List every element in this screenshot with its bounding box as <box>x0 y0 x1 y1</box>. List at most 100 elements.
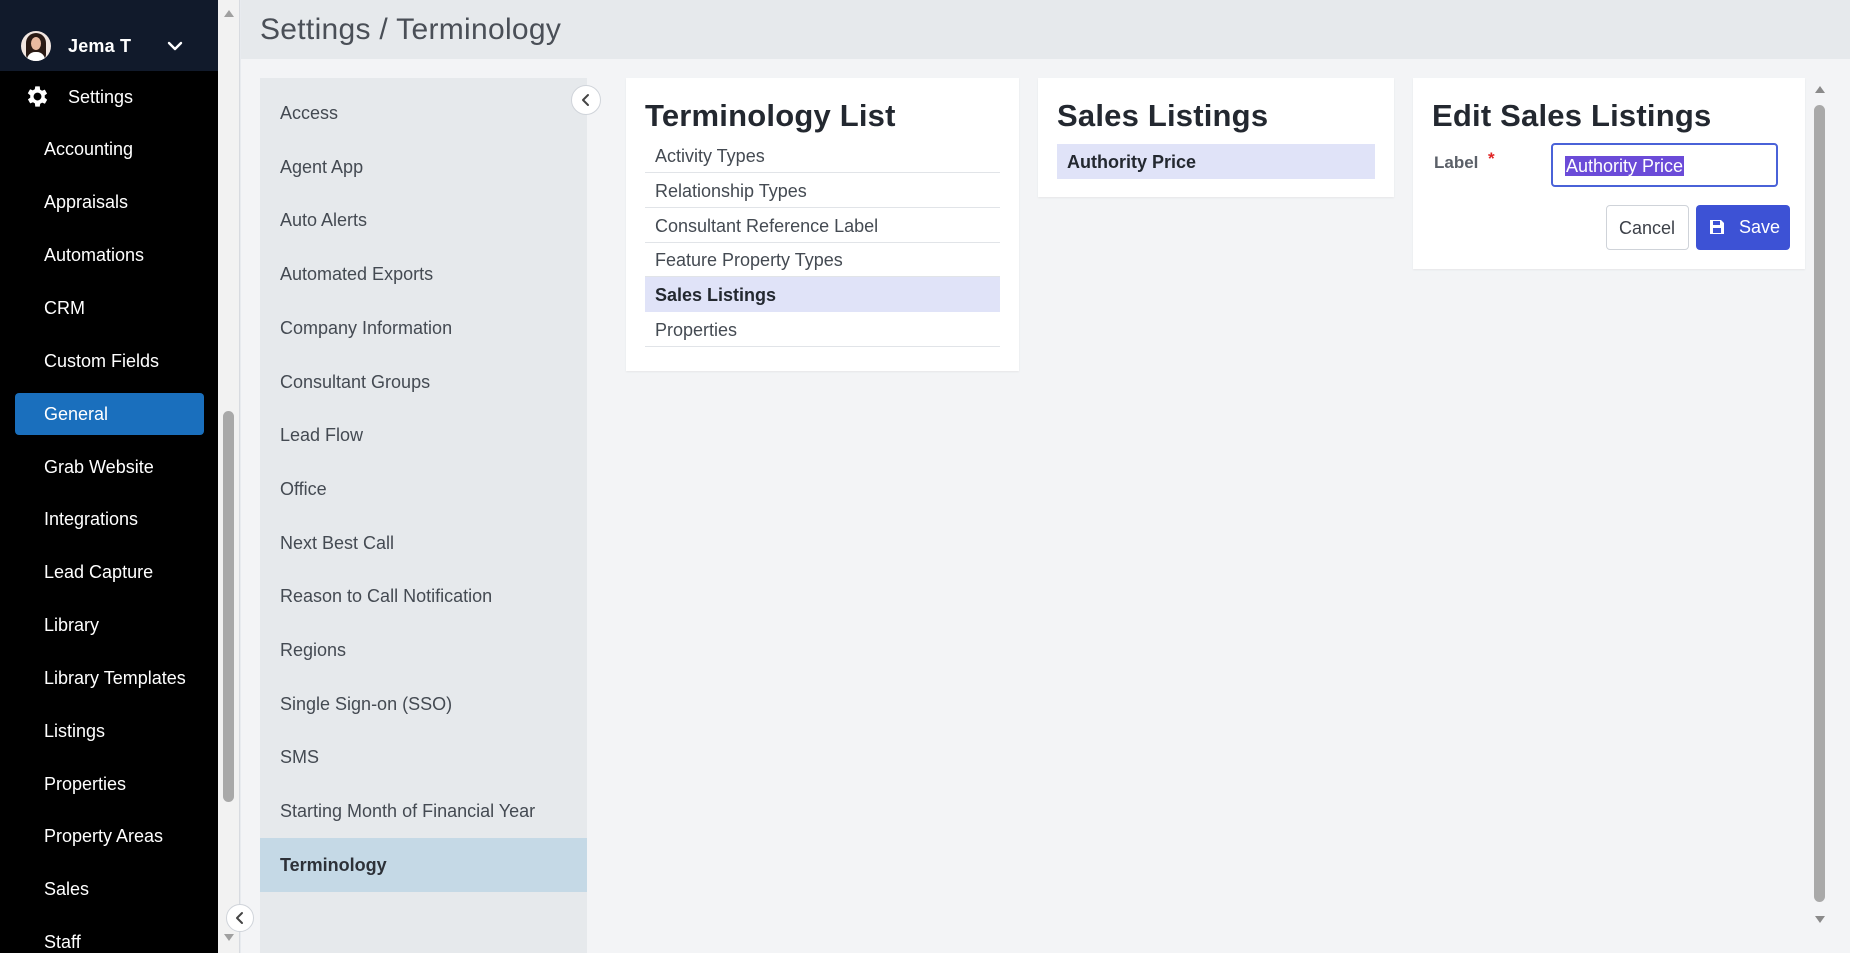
scrollbar-thumb[interactable] <box>1814 105 1825 902</box>
submenu-item-financial-year[interactable]: Starting Month of Financial Year <box>260 784 587 838</box>
submenu-item-lead-flow[interactable]: Lead Flow <box>260 408 587 462</box>
submenu-item-label: Auto Alerts <box>280 210 368 230</box>
save-button[interactable]: Save <box>1696 205 1790 250</box>
submenu-item-access[interactable]: Access <box>260 86 587 140</box>
list-item-label: Activity Types <box>655 146 765 166</box>
sidebar-item-sales[interactable]: Sales <box>15 868 204 910</box>
sidebar-item-label: Custom Fields <box>44 351 160 371</box>
sidebar-item-staff[interactable]: Staff <box>15 921 204 953</box>
sidebar-item-accounting[interactable]: Accounting <box>15 128 204 170</box>
sidebar-item-custom-fields[interactable]: Custom Fields <box>15 340 204 382</box>
submenu-item-label: Starting Month of Financial Year <box>280 801 536 821</box>
submenu-item-regions[interactable]: Regions <box>260 623 587 677</box>
submenu-collapse-button[interactable] <box>571 85 601 115</box>
page-title: Settings / Terminology <box>260 13 562 46</box>
sidebar-item-general[interactable]: General <box>15 393 204 435</box>
sidebar-item-crm[interactable]: CRM <box>15 287 204 329</box>
terminology-item-activity-types[interactable]: Activity Types <box>645 138 1000 173</box>
sidebar-item-automations[interactable]: Automations <box>15 234 204 276</box>
terminology-item-consultant-reference-label[interactable]: Consultant Reference Label <box>645 208 1000 243</box>
sidebar-item-integrations[interactable]: Integrations <box>15 498 204 540</box>
submenu-item-consultant-groups[interactable]: Consultant Groups <box>260 355 587 409</box>
submenu-item-label: Company Information <box>280 318 453 338</box>
sidebar-item-label: Property Areas <box>44 826 164 846</box>
sidebar-item-property-areas[interactable]: Property Areas <box>15 815 204 857</box>
submenu-item-label: Reason to Call Notification <box>280 586 493 606</box>
submenu-item-label: Automated Exports <box>280 264 434 284</box>
sidebar-item-label: Listings <box>44 721 106 741</box>
list-item-label: Relationship Types <box>655 181 807 201</box>
page-header: Settings / Terminology <box>241 0 1850 59</box>
terminology-item-feature-property-types[interactable]: Feature Property Types <box>645 242 1000 277</box>
sidebar-item-label: Properties <box>44 774 127 794</box>
submenu-item-sms[interactable]: SMS <box>260 730 587 784</box>
sales-listing-item-authority-price[interactable]: Authority Price <box>1057 144 1375 179</box>
sidebar-item-library[interactable]: Library <box>15 604 204 646</box>
save-icon <box>1710 220 1724 234</box>
terminology-item-relationship-types[interactable]: Relationship Types <box>645 173 1000 208</box>
submenu-item-office[interactable]: Office <box>260 462 587 516</box>
sidebar-item-label: Integrations <box>44 509 139 529</box>
sidebar-item-label: Sales <box>44 879 90 899</box>
sidebar-item-label: General <box>44 404 109 424</box>
sales-listings-card: Sales Listings Authority Price <box>1038 78 1394 197</box>
settings-header[interactable]: Settings <box>0 80 218 114</box>
label-field-label: Label <box>1434 153 1479 172</box>
sidebar-item-grab-website[interactable]: Grab Website <box>15 446 204 488</box>
submenu-item-automated-exports[interactable]: Automated Exports <box>260 247 587 301</box>
sidebar-item-properties[interactable]: Properties <box>15 763 204 805</box>
main-sidebar: Jema T Settings Accounting Appraisals Au… <box>0 0 218 953</box>
scrollbar-thumb[interactable] <box>223 411 234 802</box>
terminology-list-title: Terminology List <box>645 98 896 133</box>
submenu-item-reason-to-call-notification[interactable]: Reason to Call Notification <box>260 569 587 623</box>
submenu-item-label: Agent App <box>280 157 364 177</box>
sidebar-item-lead-capture[interactable]: Lead Capture <box>15 551 204 593</box>
list-item-label: Consultant Reference Label <box>655 216 879 236</box>
sidebar-item-listings[interactable]: Listings <box>15 710 204 752</box>
sidebar-item-label: Staff <box>44 932 81 952</box>
label-input[interactable]: Authority Price <box>1551 143 1778 187</box>
sidebar-collapse-button[interactable] <box>226 904 254 932</box>
submenu-item-company-information[interactable]: Company Information <box>260 301 587 355</box>
sidebar-scrollbar[interactable] <box>218 0 240 953</box>
main-scrollbar[interactable] <box>1809 59 1831 953</box>
sidebar-item-appraisals[interactable]: Appraisals <box>15 181 204 223</box>
terminology-item-sales-listings[interactable]: Sales Listings <box>645 277 1000 312</box>
scroll-down-icon[interactable] <box>1815 916 1825 923</box>
terminology-item-properties[interactable]: Properties <box>645 312 1000 347</box>
scroll-up-icon[interactable] <box>1815 86 1825 93</box>
sidebar-item-label: Lead Capture <box>44 562 154 582</box>
terminology-list-card: Terminology List Activity Types Relation… <box>626 78 1019 371</box>
edit-panel-title: Edit Sales Listings <box>1432 98 1712 133</box>
submenu-item-label: Access <box>280 103 339 123</box>
sidebar-item-label: Library <box>44 615 100 635</box>
list-item-label: Properties <box>655 320 738 340</box>
submenu-item-sso[interactable]: Single Sign-on (SSO) <box>260 677 587 731</box>
sidebar-item-label: Automations <box>44 245 145 265</box>
submenu-item-label: Single Sign-on (SSO) <box>280 694 453 714</box>
chevron-left-icon <box>582 94 589 106</box>
settings-label: Settings <box>68 87 134 107</box>
gear-icon <box>27 86 48 107</box>
scroll-down-icon[interactable] <box>224 934 234 941</box>
save-button-label: Save <box>1739 217 1781 237</box>
submenu-item-label: Regions <box>280 640 347 660</box>
scroll-up-icon[interactable] <box>224 10 234 17</box>
sidebar-item-library-templates[interactable]: Library Templates <box>15 657 204 699</box>
sales-listings-title: Sales Listings <box>1057 98 1269 133</box>
user-menu[interactable]: Jema T <box>0 0 218 71</box>
sidebar-item-label: CRM <box>44 298 85 318</box>
submenu-item-terminology[interactable]: Terminology <box>260 838 587 892</box>
cancel-button[interactable]: Cancel <box>1606 205 1689 250</box>
submenu-item-auto-alerts[interactable]: Auto Alerts <box>260 193 587 247</box>
submenu-item-label: Office <box>280 479 327 499</box>
submenu-item-label: Terminology <box>280 855 387 875</box>
settings-submenu: Access Agent App Auto Alerts Automated E… <box>260 78 587 953</box>
sidebar-item-label: Accounting <box>44 139 134 159</box>
submenu-item-agent-app[interactable]: Agent App <box>260 140 587 194</box>
submenu-item-next-best-call[interactable]: Next Best Call <box>260 516 587 570</box>
edit-sales-listings-card: Edit Sales Listings Label * Authority Pr… <box>1413 78 1805 269</box>
submenu-item-label: Next Best Call <box>280 533 395 553</box>
submenu-item-label: Lead Flow <box>280 425 364 445</box>
chevron-down-icon[interactable] <box>166 37 184 55</box>
